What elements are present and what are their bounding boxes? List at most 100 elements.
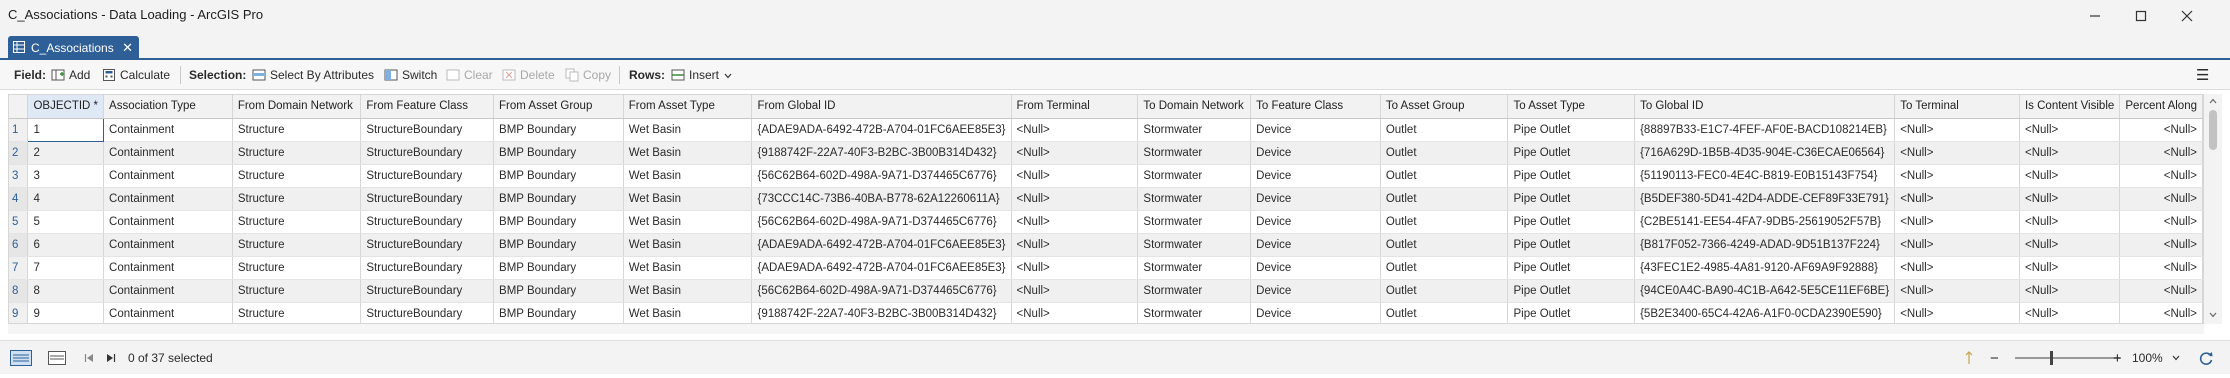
table-cell[interactable]: Stormwater: [1137, 141, 1252, 165]
column-header[interactable]: From Domain Network: [232, 95, 362, 119]
column-header[interactable]: To Asset Group: [1380, 95, 1509, 119]
table-cell[interactable]: Containment: [103, 210, 233, 234]
table-cell[interactable]: Stormwater: [1137, 164, 1252, 188]
table-cell[interactable]: StructureBoundary: [360, 279, 495, 303]
table-cell[interactable]: 1: [27, 117, 105, 142]
table-cell[interactable]: Device: [1250, 118, 1381, 142]
table-cell[interactable]: 9: [27, 302, 105, 323]
table-cell[interactable]: Pipe Outlet: [1507, 233, 1636, 257]
row-number[interactable]: 7: [9, 256, 29, 280]
column-header[interactable]: Percent Along: [2119, 95, 2203, 119]
table-cell[interactable]: 8: [27, 279, 105, 303]
table-cell[interactable]: Wet Basin: [623, 210, 753, 234]
table-cell[interactable]: Containment: [103, 187, 233, 211]
insert-row-button[interactable]: Insert: [671, 60, 732, 90]
table-cell[interactable]: Stormwater: [1137, 302, 1252, 323]
table-cell[interactable]: Structure: [232, 118, 362, 142]
table-row[interactable]: 4 4 Containment Structure StructureBoundary B…: [9, 187, 2203, 211]
table-cell[interactable]: Stormwater: [1137, 210, 1252, 234]
table-cell[interactable]: Device: [1250, 233, 1381, 257]
table-cell[interactable]: {5B2E3400-65C4-42A6-A1F0-0CDA2390E590}: [1634, 302, 1896, 323]
table-cell[interactable]: <Null>: [2019, 187, 2121, 211]
table-cell[interactable]: {56C62B64-602D-498A-9A71-D374465C6776}: [751, 164, 1012, 188]
delete-selection-button[interactable]: Delete: [502, 60, 555, 90]
table-cell[interactable]: <Null>: [1011, 210, 1139, 234]
table-cell[interactable]: <Null>: [1894, 187, 2020, 211]
table-cell[interactable]: Outlet: [1380, 302, 1509, 323]
table-cell[interactable]: Outlet: [1380, 256, 1509, 280]
table-cell[interactable]: Containment: [103, 279, 233, 303]
table-row[interactable]: 7 7 Containment Structure StructureBoundary B…: [9, 256, 2203, 280]
table-cell[interactable]: <Null>: [1011, 187, 1139, 211]
table-cell[interactable]: StructureBoundary: [360, 233, 495, 257]
table-cell[interactable]: BMP Boundary: [493, 118, 624, 142]
column-header[interactable]: Is Content Visible: [2019, 95, 2121, 119]
column-header[interactable]: From Terminal: [1011, 95, 1139, 119]
tab-close-icon[interactable]: ✕: [122, 40, 133, 56]
column-header[interactable]: From Asset Type: [623, 95, 753, 119]
table-cell[interactable]: BMP Boundary: [493, 210, 624, 234]
table-cell[interactable]: <Null>: [2019, 256, 2121, 280]
vertical-scroll-thumb[interactable]: [2209, 110, 2217, 150]
table-cell[interactable]: Structure: [232, 141, 362, 165]
zoom-slider-track[interactable]: [2015, 357, 2120, 359]
row-number[interactable]: 5: [9, 210, 29, 234]
table-cell[interactable]: Stormwater: [1137, 279, 1252, 303]
row-number[interactable]: 4: [9, 187, 29, 211]
table-cell[interactable]: StructureBoundary: [360, 164, 495, 188]
table-cell[interactable]: BMP Boundary: [493, 233, 624, 257]
table-cell[interactable]: <Null>: [1011, 141, 1139, 165]
table-row[interactable]: 8 8 Containment Structure StructureBoundary B…: [9, 279, 2203, 303]
table-cell[interactable]: <Null>: [1894, 233, 2020, 257]
table-row[interactable]: 6 6 Containment Structure StructureBoundary B…: [9, 233, 2203, 257]
table-cell[interactable]: Containment: [103, 118, 233, 142]
table-cell[interactable]: Device: [1250, 256, 1381, 280]
table-cell[interactable]: Wet Basin: [623, 279, 753, 303]
table-cell[interactable]: {56C62B64-602D-498A-9A71-D374465C6776}: [751, 210, 1012, 234]
table-cell[interactable]: Outlet: [1380, 187, 1509, 211]
table-cell[interactable]: Structure: [232, 210, 362, 234]
row-number[interactable]: 2: [9, 141, 29, 165]
table-cell[interactable]: StructureBoundary: [360, 187, 495, 211]
column-header[interactable]: Association Type: [103, 95, 233, 119]
table-cell[interactable]: Outlet: [1380, 141, 1509, 165]
table-cell[interactable]: BMP Boundary: [493, 164, 624, 188]
table-cell[interactable]: <Null>: [1894, 210, 2020, 234]
table-cell[interactable]: <Null>: [1011, 233, 1139, 257]
table-cell[interactable]: Outlet: [1380, 118, 1509, 142]
table-cell[interactable]: Pipe Outlet: [1507, 141, 1636, 165]
table-cell[interactable]: Pipe Outlet: [1507, 118, 1636, 142]
table-cell[interactable]: Structure: [232, 256, 362, 280]
table-cell[interactable]: Stormwater: [1137, 118, 1252, 142]
table-cell[interactable]: Wet Basin: [623, 164, 753, 188]
select-by-attributes-button[interactable]: Select By Attributes: [252, 60, 374, 90]
row-number[interactable]: 3: [9, 164, 29, 188]
column-header[interactable]: To Global ID: [1634, 95, 1896, 119]
table-cell[interactable]: BMP Boundary: [493, 256, 624, 280]
column-header[interactable]: From Global ID: [751, 95, 1012, 119]
minimize-button[interactable]: [2072, 0, 2118, 32]
table-cell[interactable]: <Null>: [1011, 302, 1139, 323]
previous-record-button[interactable]: [84, 341, 94, 375]
table-cell[interactable]: BMP Boundary: [493, 187, 624, 211]
table-cell[interactable]: Structure: [232, 233, 362, 257]
table-cell[interactable]: Stormwater: [1137, 256, 1252, 280]
table-cell[interactable]: Device: [1250, 164, 1381, 188]
table-cell[interactable]: Containment: [103, 233, 233, 257]
table-cell[interactable]: BMP Boundary: [493, 279, 624, 303]
table-cell[interactable]: <Null>: [1894, 118, 2020, 142]
table-cell[interactable]: <Null>: [2119, 141, 2203, 165]
table-cell[interactable]: <Null>: [2019, 279, 2121, 303]
zoom-dropdown[interactable]: [2172, 341, 2180, 375]
table-cell[interactable]: Stormwater: [1137, 187, 1252, 211]
table-cell[interactable]: <Null>: [2119, 164, 2203, 188]
table-cell[interactable]: <Null>: [2119, 187, 2203, 211]
table-cell[interactable]: Structure: [232, 279, 362, 303]
show-all-records-button[interactable]: [10, 341, 32, 375]
table-cell[interactable]: Pipe Outlet: [1507, 164, 1636, 188]
table-cell[interactable]: <Null>: [2019, 302, 2121, 323]
table-cell[interactable]: {B817F052-7366-4249-ADAD-9D51B137F224}: [1634, 233, 1896, 257]
table-cell[interactable]: {716A629D-1B5B-4D35-904E-C36ECAE06564}: [1634, 141, 1896, 165]
table-options-menu-button[interactable]: ☰: [2196, 60, 2209, 90]
table-cell[interactable]: <Null>: [1011, 118, 1139, 142]
